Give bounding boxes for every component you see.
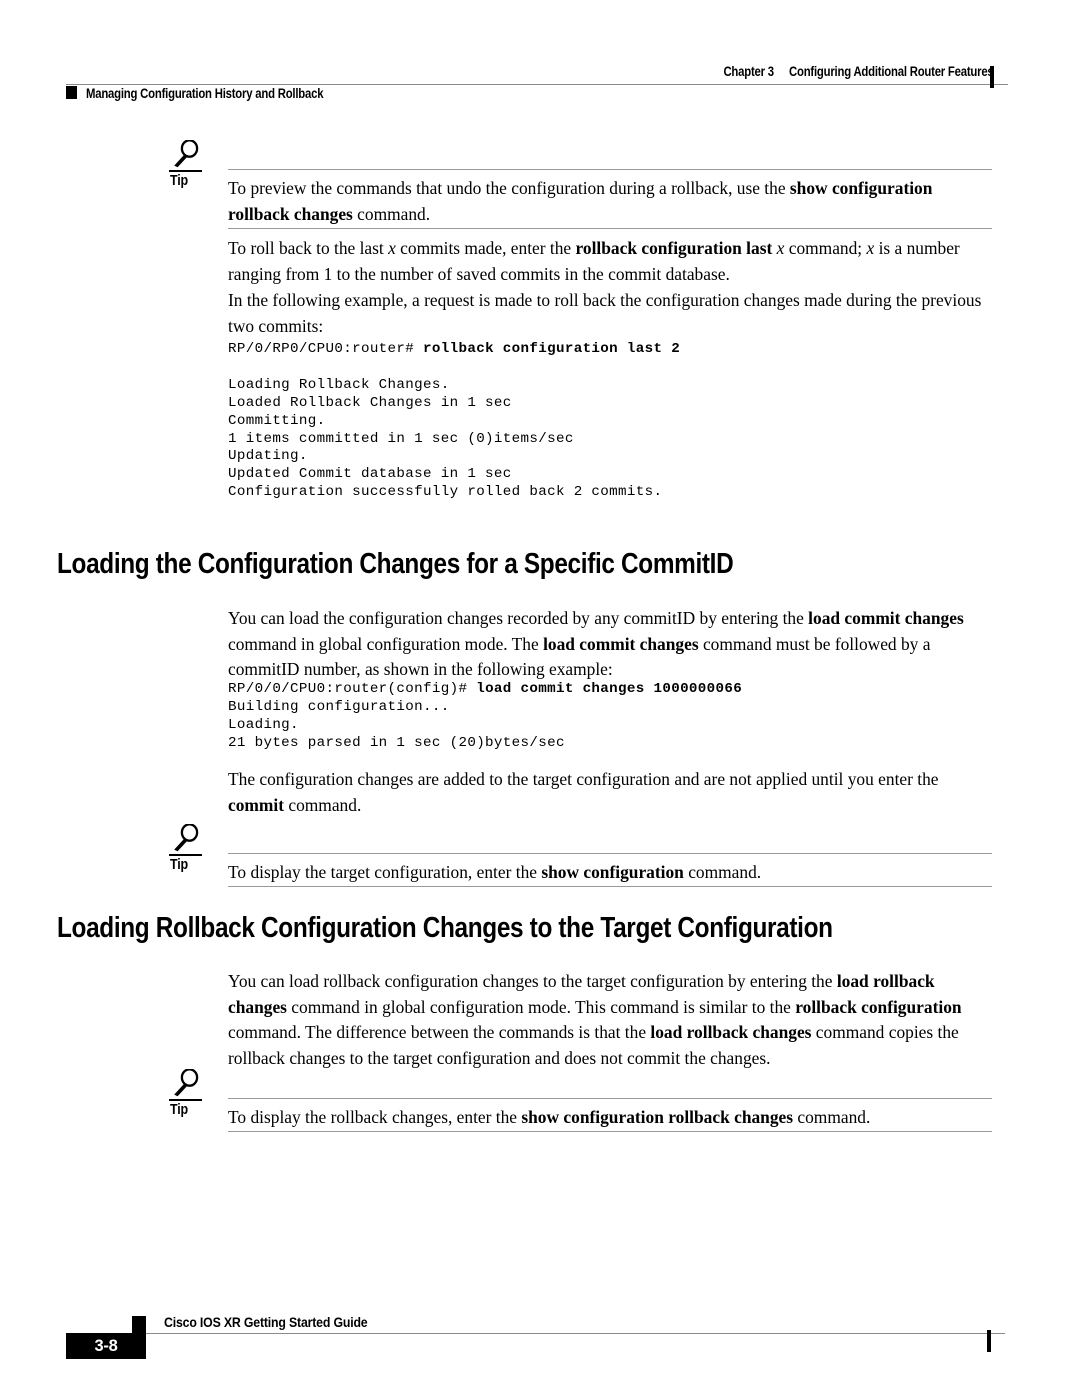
tip-top-rule xyxy=(228,1098,992,1099)
footer-guide-title: Cisco IOS XR Getting Started Guide xyxy=(164,1314,368,1330)
running-footer: 3-8 Cisco IOS XR Getting Started Guide xyxy=(0,1300,1080,1370)
tip-bottom-rule xyxy=(228,1131,992,1132)
magnifying-glass-icon xyxy=(171,1069,201,1097)
paragraph-rollback-last-x: To roll back to the last x commits made,… xyxy=(228,238,960,284)
document-page: Chapter 3 Configuring Additional Router F… xyxy=(0,0,1080,1397)
header-chapter-label: Chapter 3 xyxy=(723,64,775,79)
tip-bottom-rule xyxy=(228,228,992,229)
header-section-title: Managing Configuration History and Rollb… xyxy=(86,86,324,101)
tip-text: To preview the commands that undo the co… xyxy=(228,178,933,224)
tip-label: Tip xyxy=(170,173,188,189)
header-chapter-title: Configuring Additional Router Features xyxy=(789,64,994,79)
footer-rule xyxy=(144,1333,1005,1334)
footer-end-tick xyxy=(987,1330,991,1352)
tip-top-rule xyxy=(228,169,992,170)
paragraph-target-config-note: The configuration changes are added to t… xyxy=(228,769,939,815)
page-number: 3-8 xyxy=(94,1337,118,1355)
tip-icon-underline xyxy=(169,854,202,856)
magnifying-glass-icon xyxy=(171,824,201,852)
tip-top-rule xyxy=(228,853,992,854)
paragraph-example-intro: In the following example, a request is m… xyxy=(228,290,982,336)
header-end-tick xyxy=(990,66,994,88)
tip-text: To display the rollback changes, enter t… xyxy=(228,1107,871,1127)
tip-text: To display the target configuration, ent… xyxy=(228,862,762,882)
tip-label: Tip xyxy=(170,857,188,873)
header-rule xyxy=(66,84,1008,85)
running-header: Chapter 3 Configuring Additional Router F… xyxy=(0,30,1080,101)
paragraph-load-commit-changes: You can load the configuration changes r… xyxy=(228,608,964,679)
header-chapter-info: Chapter 3 Configuring Additional Router F… xyxy=(724,64,994,79)
paragraph-load-rollback-changes: You can load rollback configuration chan… xyxy=(228,971,962,1068)
section-heading-loading-commitid: Loading the Configuration Changes for a … xyxy=(57,548,734,580)
footer-square-bullet-icon xyxy=(132,1316,146,1333)
tip-icon-underline xyxy=(169,170,202,172)
tip-bottom-rule xyxy=(228,886,992,887)
code-block-rollback-example: RP/0/RP0/CPU0:router# rollback configura… xyxy=(228,341,681,501)
code-block-load-commit-example: RP/0/0/CPU0:router(config)# load commit … xyxy=(228,681,743,751)
tip-icon-underline xyxy=(169,1099,202,1101)
section-heading-loading-rollback: Loading Rollback Configuration Changes t… xyxy=(57,912,833,944)
magnifying-glass-icon xyxy=(171,140,201,168)
header-square-bullet-icon xyxy=(66,86,77,99)
tip-label: Tip xyxy=(170,1102,188,1118)
